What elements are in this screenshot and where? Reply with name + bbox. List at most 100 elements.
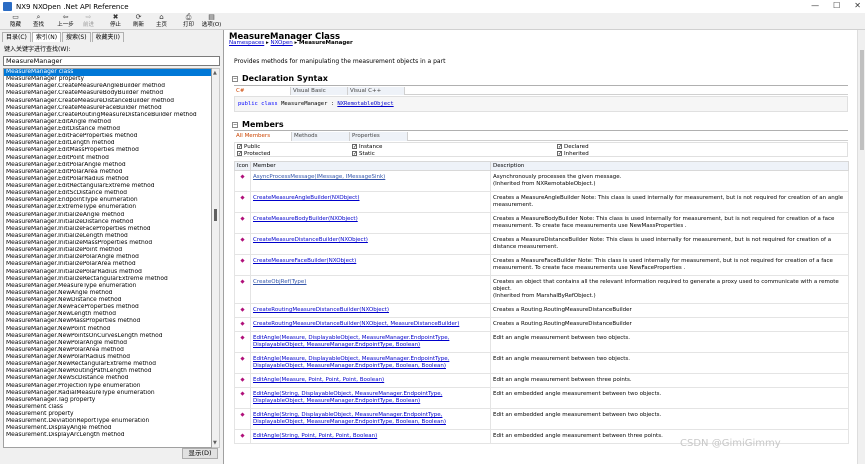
index-scrollbar[interactable]: ▲ ▼ bbox=[212, 68, 220, 448]
scroll-thumb[interactable] bbox=[214, 209, 217, 221]
list-item[interactable]: MeasureManager.NewScDistance method bbox=[4, 375, 211, 382]
filter-option[interactable]: ✓ Declared bbox=[557, 143, 589, 150]
list-item[interactable]: MeasureManager.InitializeAngle method bbox=[4, 212, 211, 219]
display-button[interactable]: 显示(D) bbox=[182, 448, 218, 459]
nav-tab[interactable]: 索引(N) bbox=[31, 32, 62, 42]
list-item[interactable]: Measurement.DisplayAngle method bbox=[4, 425, 211, 432]
content-scrollbar[interactable] bbox=[857, 30, 865, 464]
back-button[interactable]: ⇦ 上一步 bbox=[54, 13, 77, 30]
collapse-icon[interactable]: − bbox=[232, 75, 238, 82]
list-item[interactable]: MeasureManager.EditPoint method bbox=[4, 155, 211, 162]
checkbox[interactable]: ✓ bbox=[237, 151, 242, 157]
checkbox[interactable]: ✓ bbox=[352, 144, 357, 150]
list-item[interactable]: MeasureManager.NewPolarRadius method bbox=[4, 354, 211, 361]
member-link[interactable]: CreateRoutingMeasureDistanceBuilder(NXOb… bbox=[253, 321, 459, 327]
breadcrumb-nxopen[interactable]: NXOpen bbox=[271, 40, 293, 46]
list-item[interactable]: MeasureManager.NewPoint method bbox=[4, 326, 211, 333]
list-item[interactable]: MeasureManager.NewPointsOnCurvesLength m… bbox=[4, 333, 211, 340]
list-item[interactable]: MeasureManager.NewRectangularExtreme met… bbox=[4, 361, 211, 368]
filter-option[interactable]: ✓ Static bbox=[352, 150, 375, 157]
options-button[interactable]: ▤ 选项(O) bbox=[200, 13, 223, 30]
checkbox[interactable]: ✓ bbox=[237, 144, 242, 150]
list-item[interactable]: MeasureManager.InitializeMassProperties … bbox=[4, 240, 211, 247]
close-icon[interactable]: ✕ bbox=[854, 1, 861, 10]
list-item[interactable]: MeasureManager.NewMassProperties method bbox=[4, 318, 211, 325]
list-item[interactable]: MeasureManager.InitializePolarAngle meth… bbox=[4, 254, 211, 261]
member-link[interactable]: EditAngle(String, Point, Point, Point, B… bbox=[253, 433, 377, 439]
list-item[interactable]: MeasureManager property bbox=[4, 76, 211, 83]
filter-option[interactable]: ✓ Instance bbox=[352, 143, 382, 150]
code-base-link[interactable]: NXRemotableObject bbox=[337, 101, 393, 107]
scroll-thumb[interactable] bbox=[860, 50, 864, 150]
list-item[interactable]: MeasureManager.CreateMeasureAngleBuilder… bbox=[4, 83, 211, 90]
list-item[interactable]: MeasureManager.EditRectangularExtreme me… bbox=[4, 183, 211, 190]
list-item[interactable]: MeasureManager.InitializeFaceProperties … bbox=[4, 226, 211, 233]
nav-tab[interactable]: 收藏夹(I) bbox=[91, 32, 124, 42]
member-link[interactable]: EditAngle(String, DisplayableObject, Mea… bbox=[253, 391, 442, 404]
list-item[interactable]: MeasureManager class bbox=[4, 69, 211, 77]
member-link[interactable]: CreateMeasureDistanceBuilder(NXObject) bbox=[253, 237, 368, 243]
language-tab[interactable]: Visual Basic bbox=[291, 87, 348, 95]
list-item[interactable]: Measurement property bbox=[4, 411, 211, 418]
list-item[interactable]: MeasureManager.CreateMeasureBodyBuilder … bbox=[4, 90, 211, 97]
list-item[interactable]: MeasureManager.EditPolarAngle method bbox=[4, 162, 211, 169]
list-item[interactable]: MeasureManager.InitializePoint method bbox=[4, 247, 211, 254]
list-item[interactable]: MeasureManager.InitializeDistance method bbox=[4, 219, 211, 226]
declaration-section-header[interactable]: − Declaration Syntax bbox=[232, 74, 328, 83]
list-item[interactable]: MeasureManager.CreateRoutingMeasureDista… bbox=[4, 112, 211, 119]
list-item[interactable]: MeasureManager.NewPolarAngle method bbox=[4, 340, 211, 347]
refresh-button[interactable]: ⟳ 刷新 bbox=[127, 13, 150, 30]
list-item[interactable]: MeasureManager.NewLength method bbox=[4, 311, 211, 318]
member-link[interactable]: AsyncProcessMessage(IMessage, IMessageSi… bbox=[253, 174, 385, 180]
list-item[interactable]: MeasureManager.NewRoutingPathLength meth… bbox=[4, 368, 211, 375]
list-item[interactable]: MeasureManager.EndpointType enumeration bbox=[4, 197, 211, 204]
member-tab[interactable]: All Members bbox=[234, 132, 292, 141]
nav-tab[interactable]: 目录(C) bbox=[2, 32, 31, 42]
list-item[interactable]: MeasureManager.InitializeLength method bbox=[4, 233, 211, 240]
list-item[interactable]: MeasureManager.NewDistance method bbox=[4, 297, 211, 304]
filter-option[interactable]: ✓ Inherited bbox=[557, 150, 589, 157]
member-link[interactable]: CreateMeasureAngleBuilder(NXObject) bbox=[253, 195, 360, 201]
find-button[interactable]: ⌕ 查找 bbox=[27, 13, 50, 30]
list-item[interactable]: MeasureManager.NewAngle method bbox=[4, 290, 211, 297]
list-item[interactable]: MeasureManager.EditFaceProperties method bbox=[4, 133, 211, 140]
member-link[interactable]: CreateMeasureFaceBuilder(NXObject) bbox=[253, 258, 356, 264]
list-item[interactable]: MeasureManager.NewFaceProperties method bbox=[4, 304, 211, 311]
print-button[interactable]: ⎙ 打印 bbox=[177, 13, 200, 30]
list-item[interactable]: MeasureManager.RadialMeasureType enumera… bbox=[4, 390, 211, 397]
list-item[interactable]: Measurement.DeviationReportType enumerat… bbox=[4, 418, 211, 425]
member-tab[interactable]: Methods bbox=[292, 132, 350, 141]
breadcrumb-namespaces[interactable]: Namespaces bbox=[229, 40, 264, 46]
list-item[interactable]: MeasureManager.CreateMeasureDistanceBuil… bbox=[4, 98, 211, 105]
scroll-down-icon[interactable]: ▼ bbox=[213, 440, 217, 446]
list-item[interactable]: Measurement class bbox=[4, 404, 211, 411]
member-link[interactable]: EditAngle(Measure, DisplayableObject, Me… bbox=[253, 335, 449, 348]
checkbox[interactable]: ✓ bbox=[352, 151, 357, 157]
checkbox[interactable]: ✓ bbox=[557, 144, 562, 150]
list-item[interactable]: MeasureManager.ExtremeType enumeration bbox=[4, 204, 211, 211]
checkbox[interactable]: ✓ bbox=[557, 151, 562, 157]
member-link[interactable]: EditAngle(Measure, Point, Point, Point, … bbox=[253, 377, 384, 383]
member-tab[interactable]: Properties bbox=[350, 132, 408, 141]
list-item[interactable]: MeasureManager.EditPolarRadius method bbox=[4, 176, 211, 183]
index-list[interactable]: MeasureManager class MeasureManager prope… bbox=[3, 68, 212, 448]
list-item[interactable]: MeasureManager.EditLength method bbox=[4, 140, 211, 147]
language-tab[interactable]: C# bbox=[234, 87, 291, 95]
list-item[interactable]: MeasureManager.EditMassProperties method bbox=[4, 147, 211, 154]
list-item[interactable]: MeasureManager.CreateMeasureFaceBuilder … bbox=[4, 105, 211, 112]
list-item[interactable]: MeasureManager.InitializePolarArea metho… bbox=[4, 261, 211, 268]
member-link[interactable]: CreateRoutingMeasureDistanceBuilder(NXOb… bbox=[253, 307, 389, 313]
list-item[interactable]: MeasureManager.EditAngle method bbox=[4, 119, 211, 126]
member-link[interactable]: EditAngle(Measure, DisplayableObject, Me… bbox=[253, 356, 449, 369]
minimize-icon[interactable]: — bbox=[811, 1, 819, 10]
list-item[interactable]: Measurement.DisplayArcLength method bbox=[4, 432, 211, 439]
list-item[interactable]: MeasureManager.InitializeRectangularExtr… bbox=[4, 276, 211, 283]
member-link[interactable]: CreateObjRef(Type) bbox=[253, 279, 306, 285]
hide-button[interactable]: ▭ 隐藏 bbox=[4, 13, 27, 30]
forward-button[interactable]: ⇨ 前进 bbox=[77, 13, 100, 30]
keyword-input[interactable] bbox=[3, 56, 220, 66]
language-tab[interactable]: Visual C++ bbox=[348, 87, 405, 95]
filter-option[interactable]: ✓ Protected bbox=[237, 150, 270, 157]
nav-tab[interactable]: 搜索(S) bbox=[62, 32, 91, 42]
list-item[interactable]: MeasureManager.EditScDistance method bbox=[4, 190, 211, 197]
